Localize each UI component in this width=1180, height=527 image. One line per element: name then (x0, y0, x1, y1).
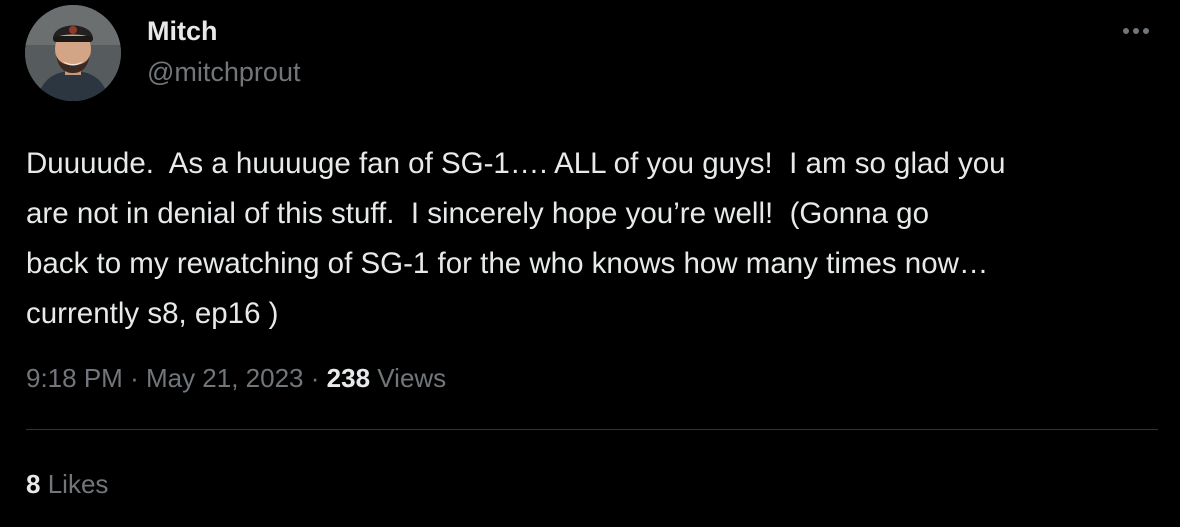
more-horizontal-icon (1123, 28, 1129, 34)
tweet-text-line: are not in denial of this stuff. I since… (26, 197, 929, 230)
views-label: Views (377, 363, 447, 393)
tweet: Mitch @mitchprout Duuuude. As a huuuuge … (0, 0, 1180, 527)
divider (26, 429, 1158, 430)
tweet-text-line: Duuuude. As a huuuuge fan of SG-1…. ALL … (26, 147, 1006, 180)
likes-label: Likes (47, 469, 109, 499)
more-horizontal-icon (1143, 28, 1149, 34)
tweet-text-line: back to my rewatching of SG-1 for the wh… (26, 247, 989, 280)
views-count: 238 (326, 363, 371, 393)
tweet-date[interactable]: May 21, 2023 (146, 363, 304, 393)
likes-stat[interactable]: 8 Likes (26, 467, 108, 501)
avatar-photo (25, 5, 121, 101)
tweet-metadata: 9:18 PM · May 21, 2023 · 238 Views (26, 361, 446, 395)
author-handle[interactable]: @mitchprout (147, 55, 300, 89)
more-options-button[interactable] (1116, 16, 1156, 46)
meta-separator: · (130, 363, 139, 393)
tweet-time[interactable]: 9:18 PM (26, 363, 123, 393)
avatar[interactable] (25, 5, 121, 101)
tweet-text-line: currently s8, ep16 ) (26, 297, 279, 330)
meta-separator: · (310, 363, 320, 393)
tweet-text: Duuuude. As a huuuuge fan of SG-1…. ALL … (26, 139, 1166, 339)
more-horizontal-icon (1133, 28, 1139, 34)
author-name[interactable]: Mitch (147, 14, 218, 48)
likes-count: 8 (26, 469, 41, 499)
